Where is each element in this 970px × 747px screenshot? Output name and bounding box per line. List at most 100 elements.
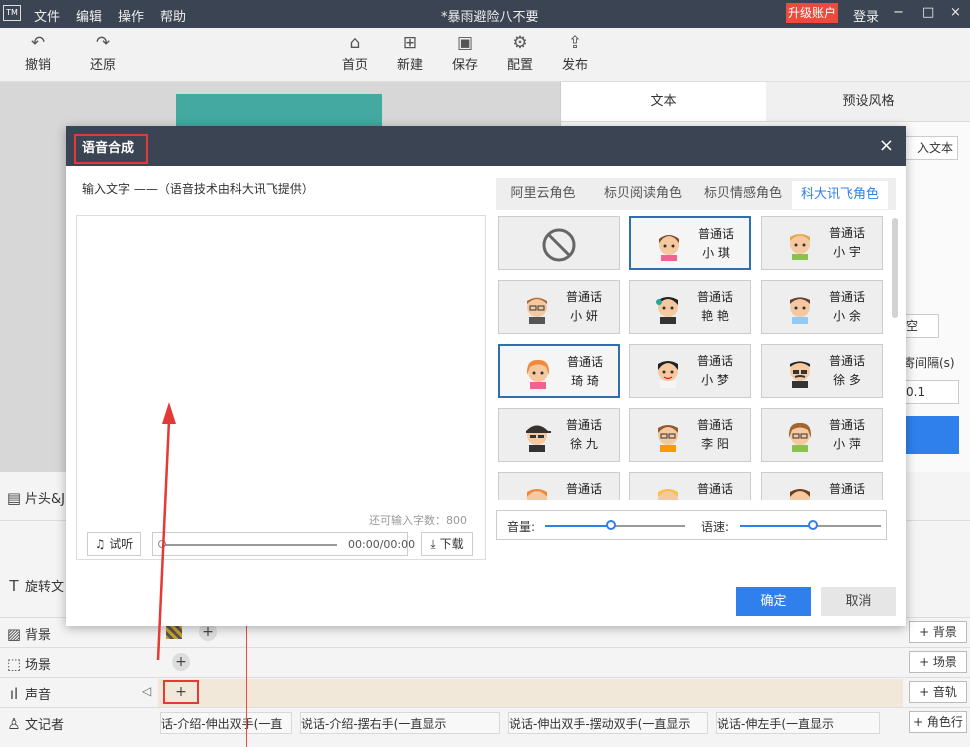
menu-file[interactable]: 文件 [34, 6, 60, 25]
download-button[interactable]: ⤓ 下载 [421, 532, 473, 556]
volume-knob[interactable] [606, 520, 616, 530]
scene-icon: ⬚ [6, 655, 22, 673]
save-button[interactable]: ▣ 保存 [442, 32, 488, 73]
speech-synthesis-dialog: 语音合成 × 输入文字 ——（语音技术由科大讯飞提供） 还可输入字数：800 ♫… [66, 126, 906, 626]
voice-card[interactable]: 普通话琦 琦 [498, 344, 620, 398]
redo-button[interactable]: ↷ 还原 [80, 32, 126, 73]
voice-card[interactable]: 普通话小 梦 [629, 344, 751, 398]
voice-card[interactable]: 普通话小 琪 [629, 216, 751, 270]
menu-edit[interactable]: 编辑 [76, 6, 102, 25]
speed-label: 语速: [701, 520, 730, 534]
no-voice-icon [542, 228, 576, 262]
voice-card[interactable]: 普通话小 妍 [498, 280, 620, 334]
add-background-button[interactable]: + 背景 [909, 621, 967, 643]
audio-player: 00:00/00:00 [152, 532, 415, 556]
action-clip[interactable]: 说话-伸出双手-摆动双手(一直显示 [508, 712, 708, 734]
login-button[interactable]: 登录 [853, 6, 879, 25]
add-scene-button[interactable]: + 场景 [909, 651, 967, 673]
waveform-icon: ıl [9, 685, 19, 703]
avatar-icon [523, 420, 551, 452]
playhead-line[interactable] [246, 625, 247, 747]
config-button[interactable]: ⚙ 配置 [497, 32, 543, 73]
clear-button[interactable]: 空 [903, 314, 939, 338]
import-text-button[interactable]: 入文本 [898, 136, 958, 160]
minimize-icon[interactable]: − [893, 5, 904, 20]
menu-operate[interactable]: 操作 [118, 6, 144, 25]
background-thumbnail[interactable] [166, 625, 182, 639]
remaining-chars: 还可输入字数：800 [369, 514, 467, 527]
download-icon: ⤓ [430, 537, 436, 551]
apply-button[interactable] [903, 416, 959, 454]
tab-preset-style[interactable]: 预设风格 [766, 82, 970, 122]
app-logo: TM [3, 5, 21, 21]
cancel-button[interactable]: 取消 [821, 587, 896, 616]
redo-icon: ↷ [95, 33, 111, 53]
voice-card[interactable]: 普通话小 余 [761, 280, 883, 334]
stage-scene-strip [176, 94, 382, 128]
avatar-icon [654, 420, 682, 452]
avatar-icon [655, 229, 683, 261]
tab-aliyun[interactable]: 阿里云角色 [496, 178, 590, 210]
confirm-button[interactable]: 确定 [736, 587, 811, 616]
tab-biaobei-reading[interactable]: 标贝阅读角色 [594, 178, 692, 210]
voice-grid-scrollbar[interactable] [892, 218, 898, 318]
main-toolbar: ↶ 撤销 ↷ 还原 ⌂ 首页 ⊞ 新建 ▣ 保存 ⚙ 配置 ⇪ 发布 [0, 28, 970, 82]
voice-card[interactable]: 普通话徐 九 [498, 408, 620, 462]
speed-fill [740, 525, 813, 527]
voice-card[interactable]: 普通话 [761, 472, 883, 500]
new-button[interactable]: ⊞ 新建 [387, 32, 433, 73]
upgrade-button[interactable]: 升级账户 [786, 3, 838, 23]
gear-icon: ⚙ [512, 33, 528, 53]
tab-biaobei-emotion[interactable]: 标贝情感角色 [694, 178, 792, 210]
avatar-icon [524, 357, 552, 389]
menu-help[interactable]: 帮助 [160, 6, 186, 25]
voice-card[interactable]: 普通话艳 艳 [629, 280, 751, 334]
player-progress-knob[interactable] [158, 540, 166, 548]
listen-button[interactable]: ♫ 试听 [87, 532, 141, 556]
publish-button[interactable]: ⇪ 发布 [552, 32, 598, 73]
undo-button[interactable]: ↶ 撤销 [15, 32, 61, 73]
sound-track-lane[interactable] [158, 679, 903, 707]
action-clip[interactable]: 话-介绍-伸出双手(一直 [160, 712, 292, 734]
tab-iflytek[interactable]: 科大讯飞角色 [792, 181, 888, 209]
tab-text[interactable]: 文本 [561, 82, 766, 122]
speaker-icon[interactable]: ◁ [142, 684, 151, 698]
add-scene-plus[interactable]: + [172, 653, 190, 671]
interval-label: 寄间隔(s) [903, 356, 955, 370]
track-label-scene: ⬚ 场景 [0, 654, 158, 673]
headphones-icon: ♫ [94, 537, 106, 551]
voice-card[interactable]: 普通话李 阳 [629, 408, 751, 462]
avatar-icon [786, 420, 814, 452]
home-icon: ⌂ [349, 33, 361, 53]
home-button[interactable]: ⌂ 首页 [332, 32, 378, 73]
voice-card[interactable]: 普通话徐 多 [761, 344, 883, 398]
undo-icon: ↶ [30, 33, 46, 53]
track-label-sound: ıl 声音 [0, 684, 158, 703]
title-bar: TM 文件 编辑 操作 帮助 *暴雨避险八不要 升级账户 登录 − □ × [0, 0, 970, 28]
text-input-area[interactable] [76, 215, 486, 560]
add-role-row-button[interactable]: + 角色行 [909, 711, 967, 733]
avatar-icon [654, 356, 682, 388]
document-title: *暴雨避险八不要 [441, 10, 539, 25]
interval-input[interactable]: 0.1 [903, 380, 959, 404]
text-icon: T [9, 577, 19, 595]
voice-card[interactable]: 普通话小 宇 [761, 216, 883, 270]
maximize-icon[interactable]: □ [922, 5, 934, 20]
track-label-reporter: ♙ 文记者 [0, 714, 158, 733]
player-progress-track[interactable] [161, 544, 337, 546]
input-hint: 输入文字 ——（语音技术由科大讯飞提供） [82, 182, 314, 196]
voice-card[interactable]: 普通话 [498, 472, 620, 500]
speed-knob[interactable] [808, 520, 818, 530]
voice-card[interactable]: 普通话 [629, 472, 751, 500]
voice-provider-tabs: 阿里云角色 标贝阅读角色 标贝情感角色 科大讯飞角色 [496, 178, 896, 210]
close-icon[interactable]: × [879, 135, 894, 156]
action-clip[interactable]: 说话-介绍-摆右手(一直显示 [300, 712, 500, 734]
avatar-icon [523, 484, 551, 500]
add-audio-track-button[interactable]: + 音轨 [909, 681, 967, 703]
close-window-icon[interactable]: × [950, 5, 961, 20]
save-icon: ▣ [456, 33, 474, 53]
action-clip[interactable]: 说话-伸左手(一直显示 [716, 712, 880, 734]
voice-card[interactable]: 普通话小 萍 [761, 408, 883, 462]
avatar-icon [654, 292, 682, 324]
voice-card-none[interactable] [498, 216, 620, 270]
